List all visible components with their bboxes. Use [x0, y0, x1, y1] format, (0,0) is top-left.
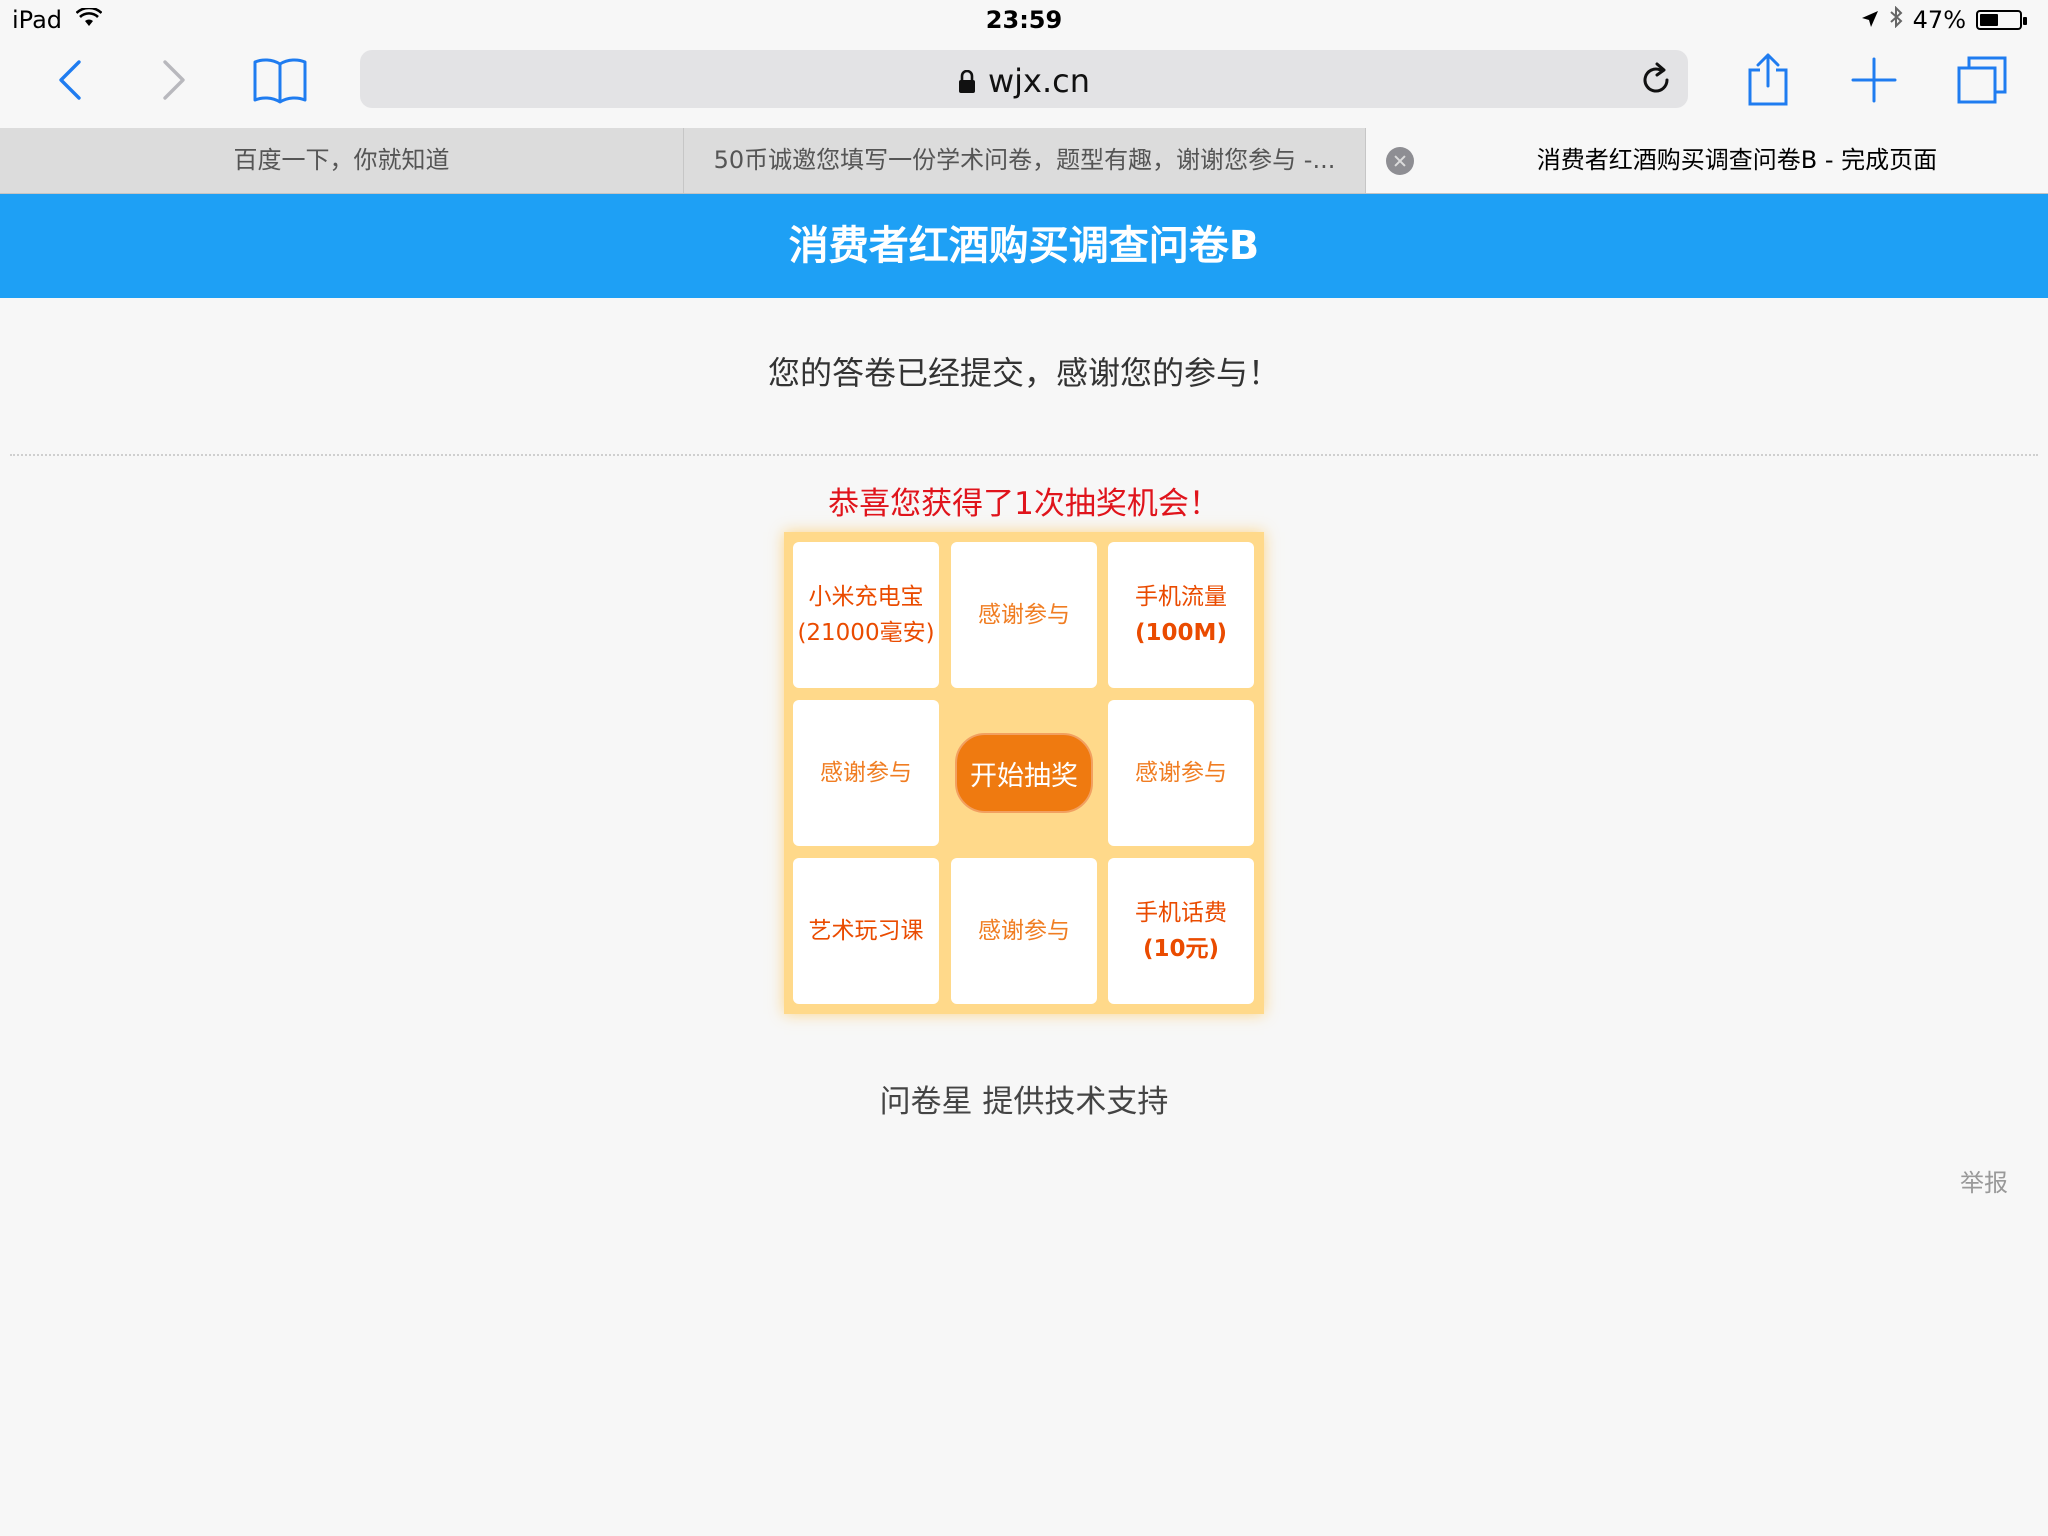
cell-sublabel: (100M)	[1135, 620, 1227, 646]
address-bar[interactable]: wjx.cn	[360, 50, 1688, 108]
lottery-grid: 小米充电宝 (21000毫安) 感谢参与 手机流量 (100M) 感谢参与 开始抽奖…	[784, 532, 1264, 1014]
cell-sublabel: (10元)	[1142, 936, 1220, 962]
reload-icon[interactable]	[1638, 62, 1674, 98]
new-tab-icon	[1851, 57, 1897, 103]
bluetooth-icon	[1889, 5, 1903, 34]
battery-icon	[1976, 10, 2027, 30]
bookmarks-icon	[253, 58, 307, 104]
browser-toolbar: wjx.cn	[0, 40, 2048, 128]
tab-survey-complete[interactable]: 消费者红酒购买调查问卷B - 完成页面	[1366, 128, 2048, 193]
bookmarks-button[interactable]	[248, 50, 312, 110]
url-text: wjx.cn	[987, 62, 1091, 100]
status-time: 23:59	[985, 6, 1063, 34]
forward-icon	[163, 60, 185, 100]
lottery-cell-phone-credit: 手机话费 (10元)	[1108, 858, 1254, 1004]
back-button[interactable]	[38, 50, 102, 110]
tech-support-text: 问卷星 提供技术支持	[879, 1084, 1169, 1120]
lottery-cell-art-course: 艺术玩习课	[793, 858, 939, 1004]
lottery-center: 开始抽奖	[951, 700, 1097, 846]
cell-sublabel: (21000毫安)	[797, 620, 935, 646]
close-tab-icon[interactable]	[1386, 147, 1414, 175]
lottery-cell-data-plan: 手机流量 (100M)	[1108, 542, 1254, 688]
cell-label: 感谢参与	[978, 602, 1070, 628]
start-lottery-button[interactable]: 开始抽奖	[955, 733, 1093, 813]
status-bar: iPad 23:59 47%	[0, 0, 2048, 40]
lottery-cell-thanks: 感谢参与	[951, 542, 1097, 688]
thanks-message: 您的答卷已经提交，感谢您的参与！	[767, 354, 1280, 392]
tab-baidu[interactable]: 百度一下，你就知道	[0, 128, 684, 193]
cell-label: 手机话费	[1135, 900, 1227, 926]
congrats-message: 恭喜您获得了1次抽奖机会！	[828, 486, 1220, 522]
report-link[interactable]: 举报	[1960, 1163, 2008, 1198]
divider	[10, 454, 2038, 456]
cell-label: 手机流量	[1135, 584, 1227, 610]
tabs-overview-button[interactable]	[1950, 50, 2014, 110]
tab-survey-invite[interactable]: 50币诚邀您填写一份学术问卷，题型有趣，谢谢您参与 -...	[684, 128, 1366, 193]
lottery-cell-thanks: 感谢参与	[951, 858, 1097, 1004]
lottery-cell-thanks: 感谢参与	[1108, 700, 1254, 846]
tab-strip: 百度一下，你就知道 50币诚邀您填写一份学术问卷，题型有趣，谢谢您参与 -...…	[0, 128, 2048, 194]
cell-label: 感谢参与	[978, 918, 1070, 944]
tab-title: 消费者红酒购买调查问卷B - 完成页面	[1536, 146, 1938, 174]
tabs-icon	[1957, 56, 2007, 104]
page-title: 消费者红酒购买调查问卷B	[0, 194, 2048, 298]
lottery-cell-power-bank: 小米充电宝 (21000毫安)	[793, 542, 939, 688]
battery-fill	[1980, 14, 1998, 26]
cell-label: 小米充电宝	[808, 584, 924, 610]
lottery-cell-thanks: 感谢参与	[793, 700, 939, 846]
share-button[interactable]	[1736, 50, 1800, 110]
cell-label: 感谢参与	[1135, 760, 1227, 786]
tab-title: 50币诚邀您填写一份学术问卷，题型有趣，谢谢您参与 -...	[713, 146, 1336, 174]
battery-percent: 47%	[1912, 6, 1966, 34]
back-icon	[59, 60, 81, 100]
forward-button[interactable]	[142, 50, 206, 110]
lock-icon	[958, 70, 975, 93]
location-icon	[1861, 6, 1879, 34]
cell-label: 艺术玩习课	[808, 918, 924, 944]
cell-label: 感谢参与	[820, 760, 912, 786]
tab-title: 百度一下，你就知道	[233, 146, 450, 174]
new-tab-button[interactable]	[1842, 50, 1906, 110]
share-icon	[1748, 53, 1788, 106]
